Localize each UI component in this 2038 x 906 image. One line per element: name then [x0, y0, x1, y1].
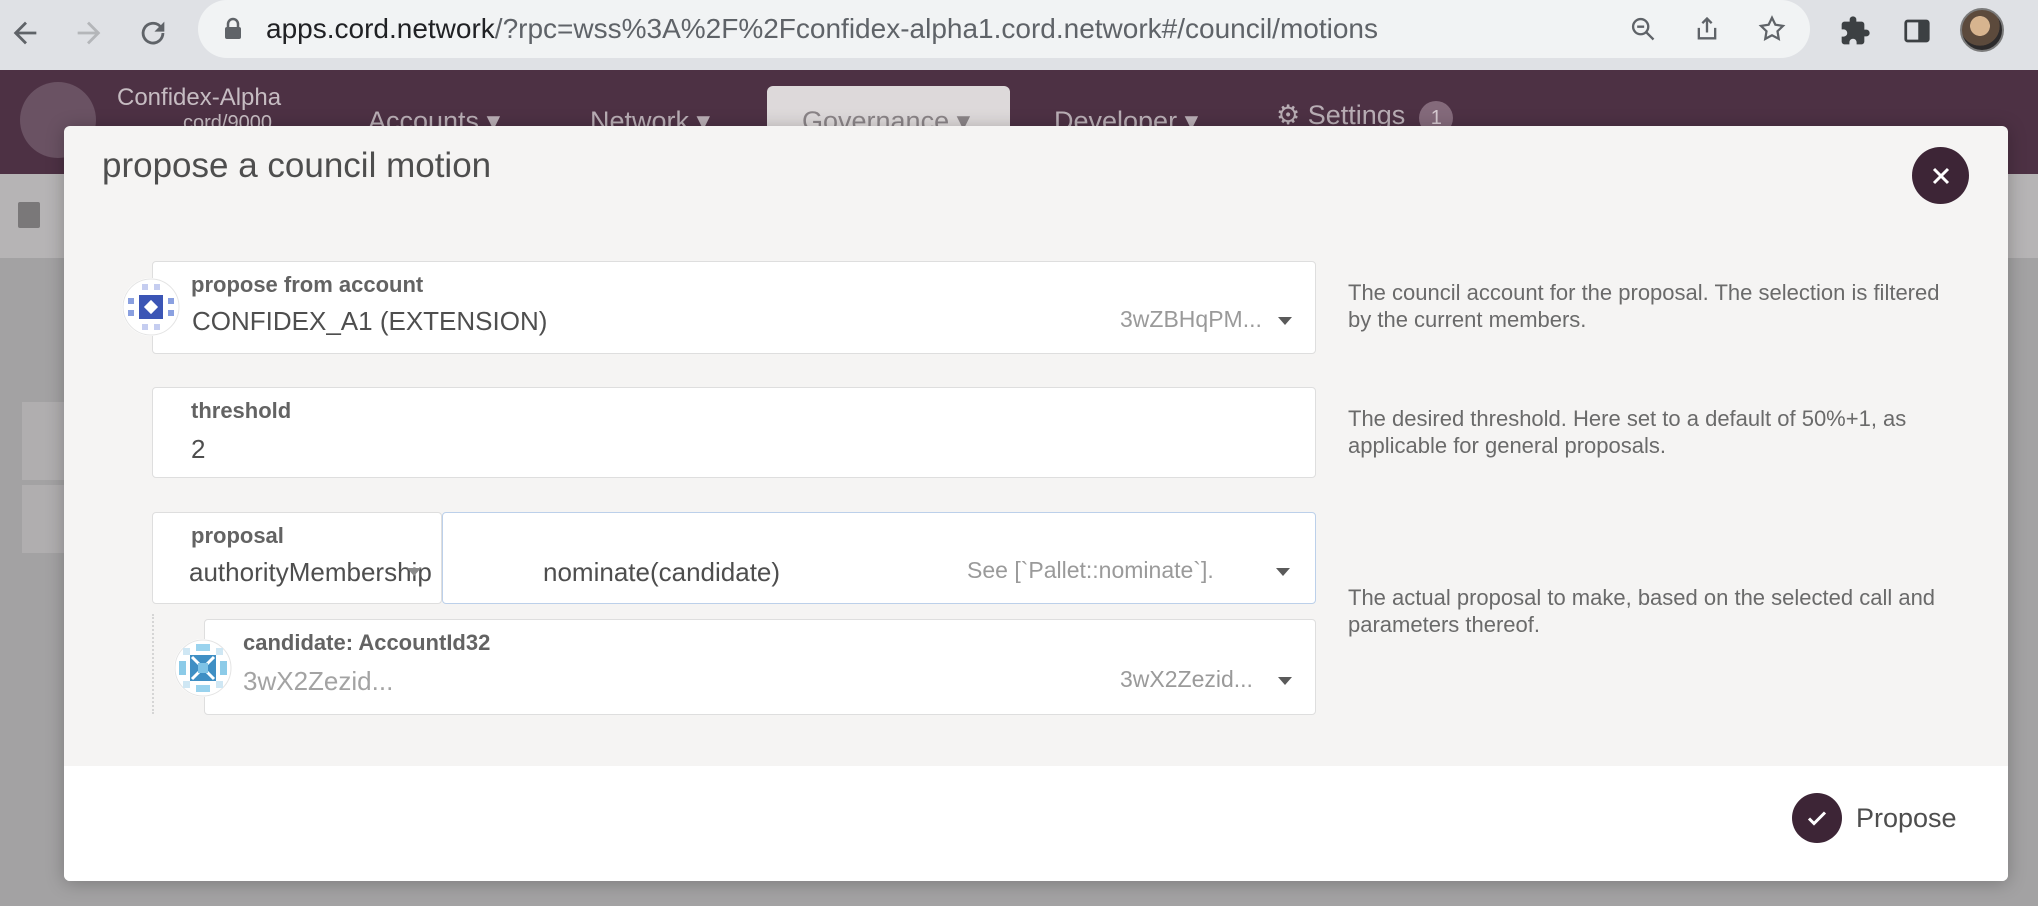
modal-footer: Propose: [64, 766, 2008, 881]
threshold-help: The desired threshold. Here set to a def…: [1348, 406, 1907, 458]
candidate-select[interactable]: candidate: AccountId32 3wX2Zezid... 3wX2…: [204, 619, 1316, 715]
propose-label: Propose: [1856, 802, 1957, 833]
account-label: propose from account: [191, 272, 424, 297]
extensions-icon[interactable]: [1832, 8, 1878, 54]
proposal-doc-hint: See [`Pallet::nominate`].: [967, 557, 1214, 583]
param-indent-line: [152, 614, 154, 714]
threshold-label: threshold: [191, 398, 292, 423]
chevron-down-icon[interactable]: [1276, 568, 1290, 576]
candidate-value: 3wX2Zezid...: [243, 666, 394, 696]
candidate-address: 3wX2Zezid...: [1120, 666, 1253, 692]
url-domain: apps.cord.network: [266, 13, 495, 44]
close-button[interactable]: [1912, 147, 1969, 204]
check-icon: [1792, 793, 1842, 843]
close-icon: [1932, 167, 1949, 184]
chevron-down-icon[interactable]: [407, 568, 421, 576]
threshold-value[interactable]: 2: [191, 434, 205, 465]
propose-motion-modal: propose a council motion propose from ac…: [64, 126, 2008, 881]
account-select[interactable]: propose from account CONFIDEX_A1 (EXTENS…: [152, 261, 1316, 354]
proposal-method-select[interactable]: nominate(candidate) See [`Pallet::nomina…: [442, 512, 1316, 604]
profile-avatar[interactable]: [1960, 8, 2004, 52]
account-help: The council account for the proposal. Th…: [1348, 280, 1940, 332]
proposal-section-select[interactable]: proposal authorityMembership: [152, 512, 442, 604]
reload-icon[interactable]: [130, 10, 176, 56]
back-icon[interactable]: [2, 10, 48, 56]
zoom-icon[interactable]: [1622, 8, 1664, 50]
account-address: 3wZBHqPM...: [1120, 306, 1262, 332]
threshold-input[interactable]: threshold 2: [152, 387, 1316, 478]
browser-toolbar: apps.cord.network/?rpc=wss%3A%2F%2Fconfi…: [0, 0, 2038, 70]
candidate-label: candidate: AccountId32: [243, 630, 491, 655]
account-identicon-icon: [122, 278, 180, 336]
share-icon[interactable]: [1686, 8, 1728, 50]
side-panel-icon[interactable]: [1894, 8, 1940, 54]
account-value: CONFIDEX_A1 (EXTENSION): [192, 306, 548, 336]
candidate-identicon-icon: [174, 639, 232, 697]
forward-icon[interactable]: [66, 10, 112, 56]
url-path: /?rpc=wss%3A%2F%2Fconfidex-alpha1.cord.n…: [494, 13, 1378, 44]
lock-icon[interactable]: [212, 8, 254, 50]
address-bar[interactable]: apps.cord.network/?rpc=wss%3A%2F%2Fconfi…: [198, 0, 1810, 58]
proposal-section-value: authorityMembership: [189, 557, 432, 587]
propose-button[interactable]: Propose: [1792, 793, 1957, 843]
proposal-label: proposal: [191, 523, 284, 548]
url-text[interactable]: apps.cord.network/?rpc=wss%3A%2F%2Fconfi…: [266, 0, 1378, 58]
proposal-method-value: nominate(candidate): [543, 557, 781, 587]
chevron-down-icon[interactable]: [1278, 677, 1292, 685]
chain-name[interactable]: Confidex-Alpha: [117, 84, 281, 112]
chevron-down-icon[interactable]: [1278, 317, 1292, 325]
building-icon: [18, 202, 40, 228]
modal-title: propose a council motion: [102, 146, 492, 185]
bookmark-star-icon[interactable]: [1751, 8, 1793, 50]
proposal-help: The actual proposal to make, based on th…: [1348, 585, 1936, 637]
